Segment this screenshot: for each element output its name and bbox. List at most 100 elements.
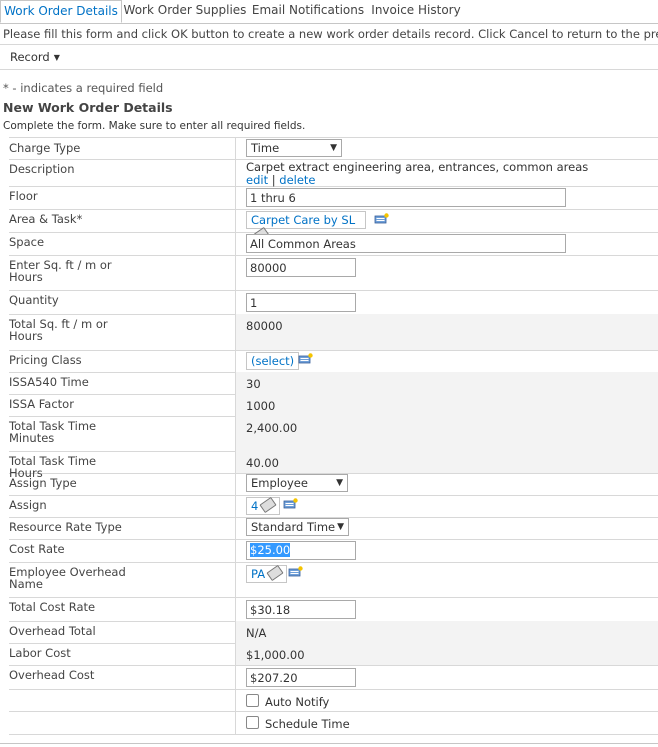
description-actions: edit | delete <box>246 173 316 187</box>
labor-cost-label: Labor Cost <box>9 646 71 660</box>
description-value: Carpet extract engineering area, entranc… <box>246 160 589 174</box>
cost-rate-input[interactable]: $25.00 <box>246 541 356 560</box>
tab-email-notifications[interactable]: Email Notifications <box>248 0 368 22</box>
row-schedule-time: Schedule Time <box>9 711 658 735</box>
pricing-class-value: (select) <box>251 354 295 368</box>
employee-overhead-picker[interactable]: PA <box>246 564 288 583</box>
row-resource-rate-type: Resource Rate Type Standard Time ▼ <box>9 517 658 540</box>
charge-type-select[interactable]: Time ▼ <box>246 139 342 157</box>
tab-work-order-details[interactable]: Work Order Details <box>0 0 122 23</box>
total-cost-rate-label: Total Cost Rate <box>9 600 96 614</box>
issa540-time-value: 30 <box>246 377 261 391</box>
quantity-input[interactable] <box>246 293 356 312</box>
floor-input[interactable] <box>246 188 566 207</box>
cost-rate-label: Cost Rate <box>9 542 65 556</box>
instructions-text: Please fill this form and click OK butto… <box>3 27 658 41</box>
row-cost-rate: Cost Rate $25.00 <box>9 539 658 563</box>
assign-type-label: Assign Type <box>9 476 77 490</box>
record-menu-label: Record <box>10 50 50 64</box>
record-menu[interactable]: Record ▼ <box>10 50 60 64</box>
eraser-icon[interactable] <box>266 564 284 582</box>
resource-rate-type-select[interactable]: Standard Time ▼ <box>246 518 349 536</box>
dropdown-arrow-icon: ▼ <box>337 522 344 532</box>
required-marker: * <box>76 212 83 226</box>
caret-down-icon: ▼ <box>53 53 60 62</box>
row-enter-sqft: Enter Sq. ft / m or Hours <box>9 255 658 291</box>
tab-work-order-supplies[interactable]: Work Order Supplies <box>122 0 248 22</box>
pricing-class-picker[interactable]: (select) <box>246 352 300 370</box>
cost-rate-selected-text: $25.00 <box>250 543 291 557</box>
floor-label: Floor <box>9 189 38 203</box>
divider <box>0 69 658 70</box>
lookup-book-icon[interactable] <box>374 213 389 225</box>
issa540-time-label: ISSA540 Time <box>9 375 89 389</box>
overhead-cost-label: Overhead Cost <box>9 668 95 682</box>
tab-invoice-history[interactable]: Invoice History <box>368 0 464 22</box>
area-task-label: Area & Task* <box>9 213 127 225</box>
row-pricing-class: Pricing Class (select) <box>9 350 658 373</box>
lookup-book-icon[interactable] <box>298 353 313 365</box>
employee-overhead-value: PA <box>251 567 266 581</box>
schedule-time-checkbox[interactable] <box>246 716 259 729</box>
divider <box>0 743 658 744</box>
total-task-minutes-label: Total Task Time Minutes <box>9 419 97 445</box>
schedule-time-field: Schedule Time <box>246 716 350 731</box>
row-total-sqft: Total Sq. ft / m or Hours 80000 <box>9 314 658 351</box>
assign-value: 4 <box>251 499 259 513</box>
row-auto-notify: Auto Notify <box>9 689 658 712</box>
dropdown-arrow-icon: ▼ <box>336 478 343 488</box>
area-task-label-text: Area & Task <box>9 212 77 226</box>
edit-description-link[interactable]: edit <box>246 173 268 187</box>
required-note: * - indicates a required field <box>3 81 164 95</box>
overhead-cost-input[interactable] <box>246 668 356 687</box>
resource-rate-type-label: Resource Rate Type <box>9 520 122 534</box>
employee-overhead-label: Employee Overhead Name <box>9 565 126 591</box>
resource-rate-type-value: Standard Time <box>251 520 336 534</box>
space-input[interactable] <box>246 234 566 253</box>
delete-description-link[interactable]: delete <box>279 173 315 187</box>
charge-type-label: Charge Type <box>9 141 81 155</box>
assign-picker[interactable]: 4 <box>246 496 281 515</box>
tab-strip: Work Order Details Work Order Supplies E… <box>0 0 658 24</box>
row-assign: Assign 4 <box>9 495 658 518</box>
issa-factor-value: 1000 <box>246 399 276 413</box>
row-assign-type: Assign Type Employee ▼ <box>9 473 658 496</box>
charge-type-value: Time <box>251 141 280 155</box>
work-order-form: Charge Type Time ▼ Description Carpet ext… <box>9 137 658 735</box>
area-task-picker[interactable]: Carpet Care by SL <box>246 211 366 244</box>
auto-notify-checkbox[interactable] <box>246 694 259 707</box>
row-total-task-minutes: Total Task Time Minutes 2,400.00 <box>9 416 658 452</box>
area-task-value: Carpet Care by SL <box>251 213 356 227</box>
row-total-cost-rate: Total Cost Rate <box>9 597 658 622</box>
row-issa540-time: ISSA540 Time 30 <box>9 372 658 395</box>
schedule-time-label: Schedule Time <box>265 717 350 731</box>
row-space: Space <box>9 232 658 256</box>
row-labor-cost: Labor Cost $1,000.00 <box>9 643 658 666</box>
eraser-icon[interactable] <box>259 496 277 514</box>
assign-label: Assign <box>9 498 47 512</box>
divider <box>0 44 658 45</box>
quantity-label: Quantity <box>9 293 59 307</box>
row-employee-overhead: Employee Overhead Name PA <box>9 562 658 598</box>
row-overhead-total: Overhead Total N/A <box>9 621 658 644</box>
labor-cost-value: $1,000.00 <box>246 648 305 662</box>
auto-notify-label: Auto Notify <box>265 695 330 709</box>
lookup-book-icon[interactable] <box>283 498 298 510</box>
row-area-task: Area & Task* Carpet Care by SL <box>9 209 658 244</box>
issa-factor-label: ISSA Factor <box>9 397 74 411</box>
dropdown-arrow-icon: ▼ <box>330 143 337 153</box>
pricing-class-label: Pricing Class <box>9 353 82 367</box>
row-floor: Floor <box>9 186 658 210</box>
lookup-book-icon[interactable] <box>288 566 303 578</box>
form-title: New Work Order Details <box>3 100 173 115</box>
space-label: Space <box>9 235 45 249</box>
row-issa-factor: ISSA Factor 1000 <box>9 394 658 417</box>
row-overhead-cost: Overhead Cost <box>9 665 658 690</box>
row-quantity: Quantity <box>9 290 658 315</box>
total-task-hours-value: 40.00 <box>246 456 279 470</box>
total-cost-rate-input[interactable] <box>246 600 356 619</box>
form-subtitle: Complete the form. Make sure to enter al… <box>3 120 306 132</box>
enter-sqft-input[interactable] <box>246 258 356 277</box>
assign-type-select[interactable]: Employee ▼ <box>246 474 348 492</box>
row-charge-type: Charge Type Time ▼ <box>9 138 658 160</box>
